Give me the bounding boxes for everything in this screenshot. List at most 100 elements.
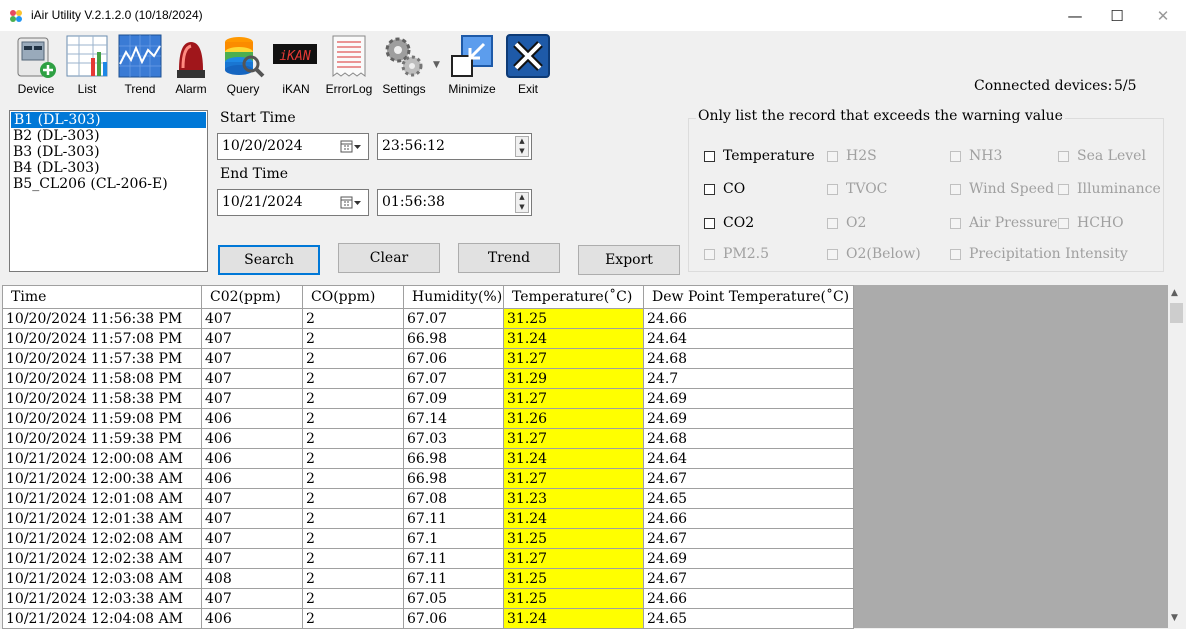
cell-temperature: 31.24 xyxy=(503,608,644,629)
checkbox-co[interactable]: CO xyxy=(704,181,745,197)
cell-humidity: 67.11 xyxy=(403,508,504,529)
data-grid[interactable]: Time C02(ppm) CO(ppm) Humidity(%) Temper… xyxy=(2,285,854,629)
table-row[interactable]: 10/20/2024 11:57:08 PM 407 2 66.98 31.24 24.6… xyxy=(2,328,854,349)
close-window-button[interactable]: ✕ xyxy=(1140,0,1186,31)
device-list-item[interactable]: B3 (DL-303) xyxy=(10,144,207,160)
table-row[interactable]: 10/20/2024 11:58:08 PM 407 2 67.07 31.29 24.7 xyxy=(2,368,854,389)
device-list-item[interactable]: B4 (DL-303) xyxy=(10,160,207,176)
column-header-co2[interactable]: C02(ppm) xyxy=(201,285,303,309)
toolbar-settings-button[interactable]: Settings xyxy=(376,34,432,98)
cell-co2: 407 xyxy=(201,348,303,369)
export-button[interactable]: Export xyxy=(578,245,680,275)
table-row[interactable]: 10/21/2024 12:02:38 AM 407 2 67.11 31.27 24.6… xyxy=(2,548,854,569)
checkbox-o2-below[interactable]: O2(Below) xyxy=(827,246,921,262)
end-date-picker[interactable]: 10/21/2024 xyxy=(217,189,369,216)
checkbox-box[interactable] xyxy=(1058,150,1069,162)
checkbox-box[interactable] xyxy=(950,217,961,229)
maximize-window-button[interactable]: ☐ xyxy=(1094,0,1140,31)
cell-time: 10/20/2024 11:57:38 PM xyxy=(2,348,202,369)
checkbox-box[interactable] xyxy=(1058,183,1069,195)
checkbox-sea-level[interactable]: Sea Level xyxy=(1058,148,1146,164)
table-row[interactable]: 10/20/2024 11:56:38 PM 407 2 67.07 31.25 24.6… xyxy=(2,308,854,329)
scroll-up-icon[interactable]: ▲ xyxy=(1171,288,1178,298)
end-time-spinner[interactable]: ▲ ▼ xyxy=(515,192,529,213)
checkbox-tvoc[interactable]: TVOC xyxy=(827,181,887,197)
clear-button[interactable]: Clear xyxy=(338,243,440,273)
table-row[interactable]: 10/21/2024 12:01:08 AM 407 2 67.08 31.23 24.6… xyxy=(2,488,854,509)
table-row[interactable]: 10/21/2024 12:00:08 AM 406 2 66.98 31.24 24.6… xyxy=(2,448,854,469)
checkbox-pm25[interactable]: PM2.5 xyxy=(704,246,769,262)
table-row[interactable]: 10/21/2024 12:00:38 AM 406 2 66.98 31.27 24.6… xyxy=(2,468,854,489)
checkbox-box[interactable] xyxy=(950,248,961,260)
checkbox-box[interactable] xyxy=(827,248,838,260)
table-row[interactable]: 10/20/2024 11:59:08 PM 406 2 67.14 31.26 24.6… xyxy=(2,408,854,429)
spin-up-icon[interactable]: ▲ xyxy=(516,193,528,203)
checkbox-co2[interactable]: CO2 xyxy=(704,215,754,231)
cell-co: 2 xyxy=(302,368,404,389)
column-header-temperature[interactable]: Temperature(˚C) xyxy=(503,285,644,309)
start-time-spinner[interactable]: ▲ ▼ xyxy=(515,136,529,157)
checkbox-box[interactable] xyxy=(704,248,715,260)
calendar-dropdown-icon[interactable] xyxy=(340,196,362,210)
start-time-input[interactable]: 23:56:12 ▲ ▼ xyxy=(377,133,532,160)
table-row[interactable]: 10/20/2024 11:57:38 PM 407 2 67.06 31.27 24.6… xyxy=(2,348,854,369)
checkbox-wind-speed[interactable]: Wind Speed xyxy=(950,181,1054,197)
table-row[interactable]: 10/20/2024 11:58:38 PM 407 2 67.09 31.27 24.6… xyxy=(2,388,854,409)
calendar-dropdown-icon[interactable] xyxy=(340,140,362,154)
table-row[interactable]: 10/21/2024 12:04:08 AM 406 2 67.06 31.24 24.6… xyxy=(2,608,854,629)
checkbox-temperature[interactable]: Temperature xyxy=(704,148,815,164)
device-list-item[interactable]: B2 (DL-303) xyxy=(10,128,207,144)
search-button[interactable]: Search xyxy=(218,245,320,275)
device-list-item[interactable]: B5_CL206 (CL-206-E) xyxy=(10,176,207,192)
device-list-item[interactable]: B1 (DL-303) xyxy=(11,112,206,128)
spin-down-icon[interactable]: ▼ xyxy=(516,203,528,213)
spin-up-icon[interactable]: ▲ xyxy=(516,137,528,147)
vertical-scrollbar[interactable] xyxy=(1168,285,1185,628)
table-row[interactable]: 10/21/2024 12:03:08 AM 408 2 67.11 31.25 24.6… xyxy=(2,568,854,589)
settings-dropdown-icon[interactable]: ▼ xyxy=(433,60,440,70)
checkbox-box[interactable] xyxy=(827,150,838,162)
checkbox-label: Precipitation Intensity xyxy=(969,246,1128,262)
column-header-co[interactable]: CO(ppm) xyxy=(302,285,404,309)
cell-time: 10/20/2024 11:58:08 PM xyxy=(2,368,202,389)
table-row[interactable]: 10/21/2024 12:03:38 AM 407 2 67.05 31.25 24.6… xyxy=(2,588,854,609)
start-date-value: 10/20/2024 xyxy=(222,138,303,154)
checkbox-box[interactable] xyxy=(950,183,961,195)
checkbox-box[interactable] xyxy=(950,150,961,162)
checkbox-h2s[interactable]: H2S xyxy=(827,148,877,164)
checkbox-air-pressure[interactable]: Air Pressure xyxy=(950,215,1058,231)
spin-down-icon[interactable]: ▼ xyxy=(516,147,528,157)
minimize-window-button[interactable]: — xyxy=(1052,0,1098,31)
end-time-value: 01:56:38 xyxy=(382,194,445,210)
checkbox-label: O2(Below) xyxy=(846,246,921,262)
checkbox-box[interactable] xyxy=(827,217,838,229)
table-row[interactable]: 10/21/2024 12:01:38 AM 407 2 67.11 31.24 24.6… xyxy=(2,508,854,529)
checkbox-box[interactable] xyxy=(827,183,838,195)
cell-time: 10/21/2024 12:01:08 AM xyxy=(2,488,202,509)
checkbox-box[interactable] xyxy=(704,150,715,162)
checkbox-precipitation-intensity[interactable]: Precipitation Intensity xyxy=(950,246,1128,262)
checkbox-box[interactable] xyxy=(704,183,715,195)
trend-button[interactable]: Trend xyxy=(458,243,560,273)
checkbox-box[interactable] xyxy=(1058,217,1069,229)
checkbox-box[interactable] xyxy=(704,217,715,229)
end-time-input[interactable]: 01:56:38 ▲ ▼ xyxy=(377,189,532,216)
checkbox-illuminance[interactable]: Illuminance xyxy=(1058,181,1161,197)
scroll-down-icon[interactable]: ▼ xyxy=(1171,613,1178,623)
minimize-icon xyxy=(451,35,493,77)
device-list[interactable]: B1 (DL-303) B2 (DL-303) B3 (DL-303) B4 (… xyxy=(9,110,208,272)
table-row[interactable]: 10/21/2024 12:02:08 AM 407 2 67.1 31.25 24.67 xyxy=(2,528,854,549)
cell-dew-point: 24.67 xyxy=(643,468,854,489)
cell-dew-point: 24.69 xyxy=(643,388,854,409)
checkbox-o2[interactable]: O2 xyxy=(827,215,866,231)
table-row[interactable]: 10/20/2024 11:59:38 PM 406 2 67.03 31.27 24.6… xyxy=(2,428,854,449)
scrollbar-thumb[interactable] xyxy=(1170,303,1183,323)
column-header-humidity[interactable]: Humidity(%) xyxy=(403,285,504,309)
column-header-time[interactable]: Time xyxy=(2,285,202,309)
checkbox-nh3[interactable]: NH3 xyxy=(950,148,1002,164)
start-date-picker[interactable]: 10/20/2024 xyxy=(217,133,369,160)
column-header-dew-point[interactable]: Dew Point Temperature(˚C) xyxy=(643,285,854,309)
checkbox-hcho[interactable]: HCHO xyxy=(1058,215,1124,231)
toolbar-exit-button[interactable]: Exit xyxy=(500,34,556,98)
end-date-value: 10/21/2024 xyxy=(222,194,303,210)
